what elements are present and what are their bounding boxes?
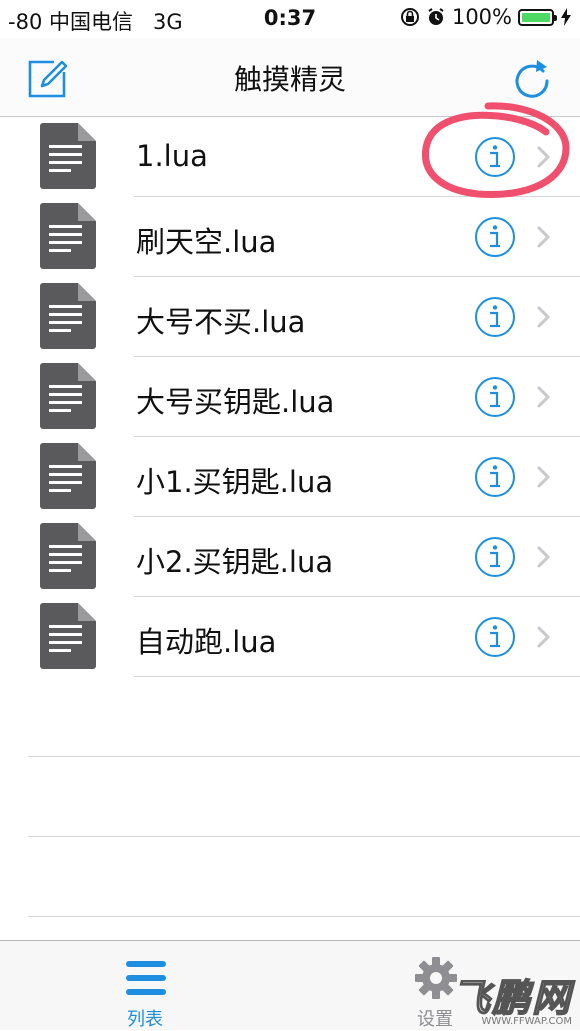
chevron-right-icon bbox=[537, 146, 550, 168]
file-name: 刷天空.lua bbox=[136, 225, 277, 259]
file-name: 小2.买钥匙.lua bbox=[136, 545, 334, 579]
tab-settings-label: 设置 bbox=[417, 1009, 453, 1030]
gear-icon bbox=[415, 957, 457, 999]
chevron-right-icon bbox=[537, 466, 550, 488]
list-icon bbox=[126, 961, 166, 995]
empty-row bbox=[0, 837, 580, 917]
file-name: 大号不买.lua bbox=[136, 305, 306, 339]
info-icon[interactable] bbox=[474, 376, 516, 418]
rotation-lock-icon bbox=[400, 8, 419, 26]
refresh-icon bbox=[515, 60, 549, 98]
file-row[interactable]: 1.lua bbox=[0, 117, 580, 197]
status-bar: -80 中国电信 3G 0:37 100% bbox=[0, 0, 580, 38]
info-icon[interactable] bbox=[474, 616, 516, 658]
tab-settings[interactable]: 设置 bbox=[345, 941, 525, 1030]
info-icon[interactable] bbox=[474, 136, 516, 178]
battery-icon bbox=[518, 8, 557, 26]
chevron-right-icon bbox=[537, 386, 550, 408]
info-icon[interactable] bbox=[474, 216, 516, 258]
file-name: 小1.买钥匙.lua bbox=[136, 465, 334, 499]
chevron-right-icon bbox=[537, 546, 550, 568]
refresh-button[interactable] bbox=[510, 56, 554, 100]
document-icon bbox=[40, 203, 96, 269]
file-name: 大号买钥匙.lua bbox=[136, 385, 335, 419]
file-name: 自动跑.lua bbox=[136, 625, 277, 659]
empty-row bbox=[0, 757, 580, 837]
document-icon bbox=[40, 123, 96, 189]
info-icon[interactable] bbox=[474, 456, 516, 498]
document-icon bbox=[40, 523, 96, 589]
chevron-right-icon bbox=[537, 226, 550, 248]
charging-icon bbox=[561, 8, 571, 26]
file-row[interactable]: 自动跑.lua bbox=[0, 597, 580, 677]
row-divider bbox=[28, 916, 580, 917]
info-icon[interactable] bbox=[474, 536, 516, 578]
status-indicators: 100% bbox=[400, 5, 572, 29]
tab-list-label: 列表 bbox=[127, 1009, 163, 1030]
battery-percent: 100% bbox=[451, 5, 512, 29]
tab-bar: 列表 设置 bbox=[0, 940, 580, 1030]
page-title: 触摸精灵 bbox=[233, 63, 346, 96]
file-row[interactable]: 刷天空.lua bbox=[0, 197, 580, 277]
navigation-bar: 触摸精灵 bbox=[0, 38, 580, 117]
file-row[interactable]: 大号不买.lua bbox=[0, 277, 580, 357]
empty-row bbox=[0, 677, 580, 757]
file-row[interactable]: 大号买钥匙.lua bbox=[0, 357, 580, 437]
file-row[interactable]: 小1.买钥匙.lua bbox=[0, 437, 580, 517]
file-list: 1.lua 刷天空.lua 大号不买.lua 大号买钥匙.lua 小1.买钥匙.… bbox=[0, 117, 580, 917]
alarm-icon bbox=[428, 8, 444, 25]
file-row[interactable]: 小2.买钥匙.lua bbox=[0, 517, 580, 597]
file-name: 1.lua bbox=[136, 139, 208, 173]
document-icon bbox=[40, 363, 96, 429]
tab-list[interactable]: 列表 bbox=[55, 941, 235, 1030]
document-icon bbox=[40, 283, 96, 349]
document-icon bbox=[40, 603, 96, 669]
chevron-right-icon bbox=[537, 626, 550, 648]
info-icon[interactable] bbox=[474, 296, 516, 338]
document-icon bbox=[40, 443, 96, 509]
chevron-right-icon bbox=[537, 306, 550, 328]
